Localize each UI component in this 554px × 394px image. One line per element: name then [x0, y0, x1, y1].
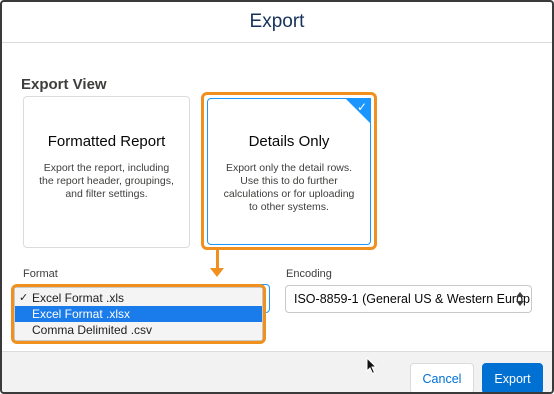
card-title: Formatted Report	[47, 133, 166, 150]
encoding-select[interactable]: ISO-8859-1 (General US & Western Europ	[285, 285, 532, 313]
card-description: Export only the detail rows. Use this to…	[223, 162, 355, 213]
details-only-card[interactable]: ✓ Details Only Export only the detail ro…	[207, 98, 371, 245]
export-button[interactable]: Export	[482, 363, 543, 392]
up-down-arrows-icon	[516, 292, 524, 306]
card-title: Details Only	[248, 133, 330, 150]
annotation-highlight-format	[11, 284, 266, 344]
check-icon: ✓	[356, 100, 367, 114]
encoding-label: Encoding	[286, 268, 332, 280]
annotation-arrow-head-icon	[210, 268, 224, 277]
export-modal: Export Export View Formatted Report Expo…	[0, 0, 554, 394]
encoding-value: ISO-8859-1 (General US & Western Europ	[294, 292, 530, 306]
export-view-label: Export View	[21, 76, 107, 93]
annotation-arrow-line	[216, 250, 219, 270]
card-description: Export the report, including the report …	[39, 162, 174, 200]
modal-header: Export	[2, 2, 552, 43]
cancel-button[interactable]: Cancel	[410, 363, 474, 392]
format-label: Format	[23, 268, 58, 280]
formatted-report-card[interactable]: Formatted Report Export the report, incl…	[23, 96, 190, 248]
modal-title: Export	[249, 11, 305, 32]
mouse-pointer-icon	[366, 357, 378, 375]
